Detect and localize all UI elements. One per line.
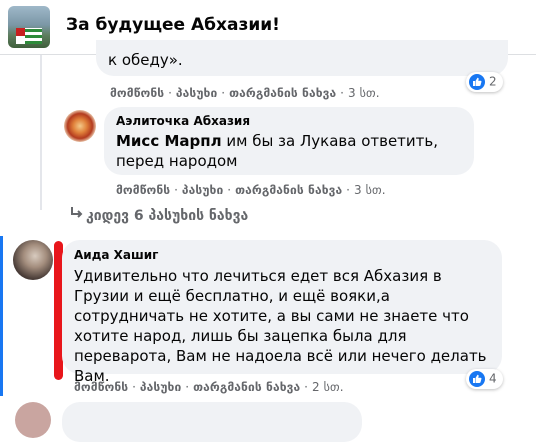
like-link[interactable]: მომწონს (110, 86, 164, 100)
avatar[interactable] (15, 402, 51, 438)
like-link[interactable]: მომწონს (116, 183, 170, 197)
group-title[interactable]: За будущее Абхазии! (66, 15, 280, 35)
thread-line (40, 55, 42, 210)
view-more-replies[interactable]: კიდევ 6 პასუხის ნახვა (68, 206, 248, 224)
translate-link[interactable]: თარგმანის ნახვა (235, 183, 342, 197)
comment-author[interactable]: Аэлиточка Абхазия (116, 114, 250, 128)
reaction-number: 4 (489, 371, 497, 386)
reply-bubble: Аэлиточка Абхазия Мисс Марпл им бы за Лу… (104, 107, 474, 175)
timestamp[interactable]: 3 სთ. (348, 86, 380, 100)
reply-bubble: к обеду». (96, 40, 508, 76)
reply-arrow-icon (68, 206, 86, 224)
reply-actions: მომწონს · პასუხი · თარგმანის ნახვა · 3 ს… (110, 86, 380, 100)
comment-bubble: Аида Хашиг Удивительно что лечиться едет… (62, 240, 502, 385)
mention-link[interactable]: Мисс Марпл (116, 132, 222, 150)
comment-author[interactable]: Аида Хашиг (74, 248, 158, 262)
like-icon (469, 74, 485, 90)
like-link[interactable]: მომწონს (74, 380, 128, 394)
view-more-label: კიდევ 6 პასუხის ნახვა (86, 208, 249, 224)
reaction-number: 2 (489, 74, 497, 89)
timestamp[interactable]: 3 სთ. (354, 183, 386, 197)
like-icon (469, 371, 485, 387)
reply-link[interactable]: პასუხი (176, 86, 217, 100)
timestamp[interactable]: 2 სთ. (312, 380, 344, 394)
highlight-edge (0, 236, 3, 396)
reply-link[interactable]: პასუხი (182, 183, 223, 197)
group-avatar[interactable] (8, 6, 50, 48)
avatar[interactable] (13, 240, 53, 280)
reply-link[interactable]: პასუხი (140, 380, 181, 394)
comment-body: Удивительно что лечиться едет вся Абхази… (74, 267, 487, 385)
translate-link[interactable]: თარგმანის ნახვა (193, 380, 300, 394)
avatar[interactable] (64, 110, 96, 142)
translate-link[interactable]: თარგმანის ნახვა (229, 86, 336, 100)
comment-text: Мисс Марпл им бы за Лукава ответить, пер… (116, 131, 466, 171)
reaction-count[interactable]: 2 (466, 72, 503, 92)
comment-actions: მომწონს · პასუხი · თარგმანის ნახვა · 2 ს… (74, 380, 344, 394)
comment-bubble (62, 402, 362, 442)
reaction-count[interactable]: 4 (466, 369, 503, 389)
reply-text-tail: к обеду». (108, 51, 183, 69)
flag-image (16, 28, 42, 44)
reply-actions: მომწონს · პასუხი · თარგმანის ნახვა · 3 ს… (116, 183, 386, 197)
